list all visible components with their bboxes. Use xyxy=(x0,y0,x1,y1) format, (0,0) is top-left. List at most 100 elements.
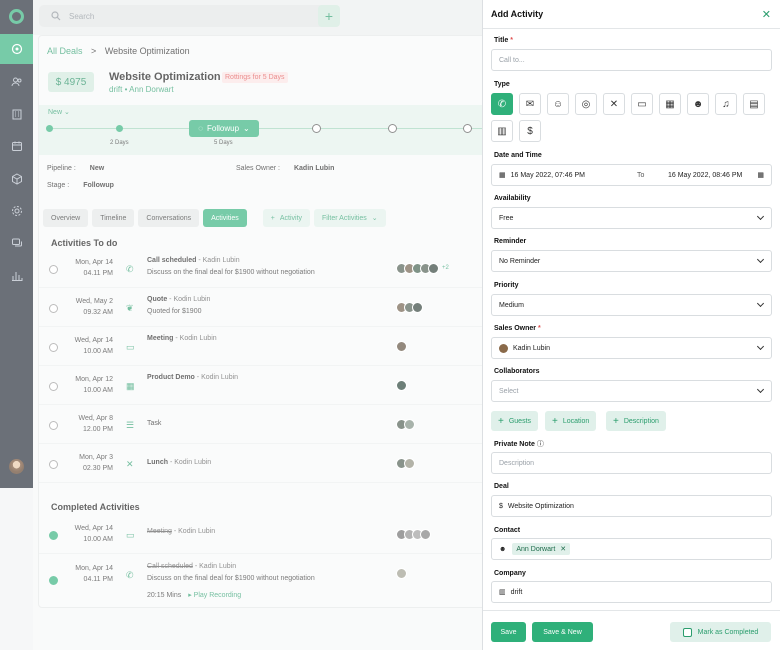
deal-input[interactable]: $ Website Optimization xyxy=(491,495,772,517)
activity-checkbox[interactable] xyxy=(49,460,58,469)
email-icon[interactable]: ✉ xyxy=(519,93,541,115)
add-activity-panel: Add Activity ✕ Title * Call to... Type ✆… xyxy=(482,0,780,650)
deal-contact[interactable]: Ann Dorwart xyxy=(129,85,173,94)
spinner-icon: ◌ xyxy=(198,124,204,133)
pipeline-select[interactable]: New ⌄ xyxy=(48,108,70,116)
private-note-input[interactable]: Description xyxy=(491,452,772,474)
user-avatar[interactable] xyxy=(9,459,24,474)
collaborators-select[interactable]: Select xyxy=(491,380,772,402)
video-icon: ▭ xyxy=(126,342,135,352)
contact-chip: Ann Dorwart ✕ xyxy=(512,543,571,555)
search-input[interactable]: Search xyxy=(39,5,339,27)
sidebar-item-companies[interactable] xyxy=(0,99,33,129)
sales-owner-select[interactable]: Kadin Lubin xyxy=(491,337,772,359)
play-recording-link[interactable]: Play Recording xyxy=(194,592,241,599)
activity-title: Task xyxy=(147,420,162,427)
bell-icon[interactable]: ♫ xyxy=(715,93,737,115)
whatsapp-icon[interactable]: ◎ xyxy=(575,93,597,115)
plus-icon: + xyxy=(552,415,558,427)
activity-checkbox-checked[interactable] xyxy=(49,576,58,585)
quick-add-button[interactable]: + xyxy=(318,5,340,27)
building-icon: ▥ xyxy=(499,589,506,596)
date-from[interactable]: 16 May 2022, 07:46 PM xyxy=(511,172,585,179)
activity-checkbox[interactable] xyxy=(49,382,58,391)
date-label: Date and Time xyxy=(494,152,542,159)
current-stage-button[interactable]: ◌ Followup ⌄ xyxy=(189,120,259,137)
activity-checkbox[interactable] xyxy=(49,421,58,430)
sidebar-item-deals[interactable] xyxy=(0,34,33,64)
stage-dot-5[interactable] xyxy=(388,124,397,133)
phone-icon[interactable]: ✆ xyxy=(491,93,513,115)
activity-row[interactable]: Wed, Apr 8 12.00 PM ☰ Task xyxy=(39,406,509,444)
activity-checkbox[interactable] xyxy=(49,265,58,274)
calendar-icon xyxy=(11,141,22,151)
sidebar-item-reports[interactable] xyxy=(0,261,33,291)
sidebar-item-messages[interactable] xyxy=(0,228,33,258)
add-activity-button[interactable]: + Activity xyxy=(262,209,311,227)
video-icon[interactable]: ▭ xyxy=(631,93,653,115)
sidebar-item-settings[interactable] xyxy=(0,196,33,226)
deal-company[interactable]: drift xyxy=(109,85,122,94)
activity-checkbox[interactable] xyxy=(49,343,58,352)
filter-activities-button[interactable]: Filter Activities ⌄ xyxy=(314,209,386,227)
activity-row[interactable]: Mon, Apr 12 10.00 AM ▦ Product Demo - Kod… xyxy=(39,367,509,405)
chevron-right-icon: > xyxy=(91,46,97,56)
app-logo[interactable] xyxy=(9,9,24,24)
sidebar-item-calendar[interactable] xyxy=(0,131,33,161)
tab-overview[interactable]: Overview xyxy=(43,209,89,227)
contact-input[interactable]: ☻ Ann Dorwart ✕ xyxy=(491,538,772,560)
stage-dot-1[interactable] xyxy=(46,125,53,132)
tab-conversations[interactable]: Conversations xyxy=(138,209,200,227)
activity-checkbox[interactable] xyxy=(49,304,58,313)
pipeline-progress: New ⌄ ◌ Followup ⌄ 2 Days 5 Days xyxy=(39,105,509,155)
activity-checkbox-checked[interactable] xyxy=(49,531,58,540)
availability-select[interactable]: Free xyxy=(491,207,772,229)
mark-completed-button[interactable]: Mark as Completed xyxy=(670,622,771,642)
add-guests-button[interactable]: + Guests xyxy=(491,411,539,431)
close-icon[interactable]: ✕ xyxy=(560,546,566,553)
activity-row-completed[interactable]: Wed, Apr 14 10.00 AM ▭ Meeting - Kodin Lu… xyxy=(39,516,509,554)
stage-dot-2[interactable] xyxy=(116,125,123,132)
save-button[interactable]: Save xyxy=(491,622,526,642)
add-description-button[interactable]: + Description xyxy=(606,411,666,431)
activity-row[interactable]: Wed, May 2 09.32 AM ❦ Quote - Kodin Lubin… xyxy=(39,289,509,327)
title-input[interactable]: Call to... xyxy=(491,49,772,71)
stage-dot-6[interactable] xyxy=(463,124,472,133)
company-input[interactable]: ▥ drift xyxy=(491,581,772,603)
building-icon[interactable]: ▥ xyxy=(491,120,513,142)
stage-dot-4[interactable] xyxy=(312,124,321,133)
activity-title: Meeting - Kodin Lubin xyxy=(147,335,217,342)
add-location-button[interactable]: + Location xyxy=(545,411,597,431)
calendar-icon[interactable]: ▦ xyxy=(659,93,681,115)
priority-select[interactable]: Medium xyxy=(491,294,772,316)
activity-row[interactable]: Mon, Apr 14 04.11 PM ✆ Call scheduled - K… xyxy=(39,250,509,288)
info-icon[interactable]: ⓘ xyxy=(537,441,544,448)
deal-title: Website Optimization xyxy=(109,71,221,83)
reminder-select[interactable]: No Reminder xyxy=(491,250,772,272)
close-icon[interactable]: ✕ xyxy=(762,8,771,21)
clipboard-icon[interactable]: ▤ xyxy=(743,93,765,115)
tab-timeline[interactable]: Timeline xyxy=(92,209,135,227)
title-label: Title * xyxy=(494,37,513,44)
activity-title: Product Demo - Kodin Lubin xyxy=(147,374,239,381)
sidebar-item-contacts[interactable] xyxy=(0,67,33,97)
date-range-input[interactable]: ▦ 16 May 2022, 07:46 PM To 16 May 2022, … xyxy=(491,164,772,186)
avatar xyxy=(412,302,423,313)
lunch-icon[interactable]: ✕ xyxy=(603,93,625,115)
more-avatars-count[interactable]: +2 xyxy=(442,263,449,274)
sms-icon[interactable]: ☺ xyxy=(547,93,569,115)
date-to[interactable]: 16 May 2022, 08:46 PM xyxy=(668,172,742,179)
activity-row[interactable]: Mon, Apr 3 02.30 PM ✕ Lunch - Kodin Lubin xyxy=(39,445,509,483)
call-duration: 20:15 Mins xyxy=(147,592,182,599)
save-and-new-button[interactable]: Save & New xyxy=(532,622,593,642)
dollar-icon[interactable]: $ xyxy=(519,120,541,142)
tab-activities[interactable]: Activities xyxy=(203,209,247,227)
users-icon[interactable]: ☻ xyxy=(687,93,709,115)
activity-row-completed[interactable]: Mon, Apr 14 04.11 PM ✆ Call scheduled - K… xyxy=(39,556,509,606)
checkbox[interactable] xyxy=(682,627,692,637)
sidebar-item-products[interactable] xyxy=(0,164,33,194)
avatar xyxy=(420,529,431,540)
activity-title: Call scheduled - Kadin Lubin xyxy=(147,563,237,570)
activity-row[interactable]: Wed, Apr 14 10.00 AM ▭ Meeting - Kodin Lu… xyxy=(39,328,509,366)
breadcrumb-all-deals[interactable]: All Deals xyxy=(47,46,83,56)
